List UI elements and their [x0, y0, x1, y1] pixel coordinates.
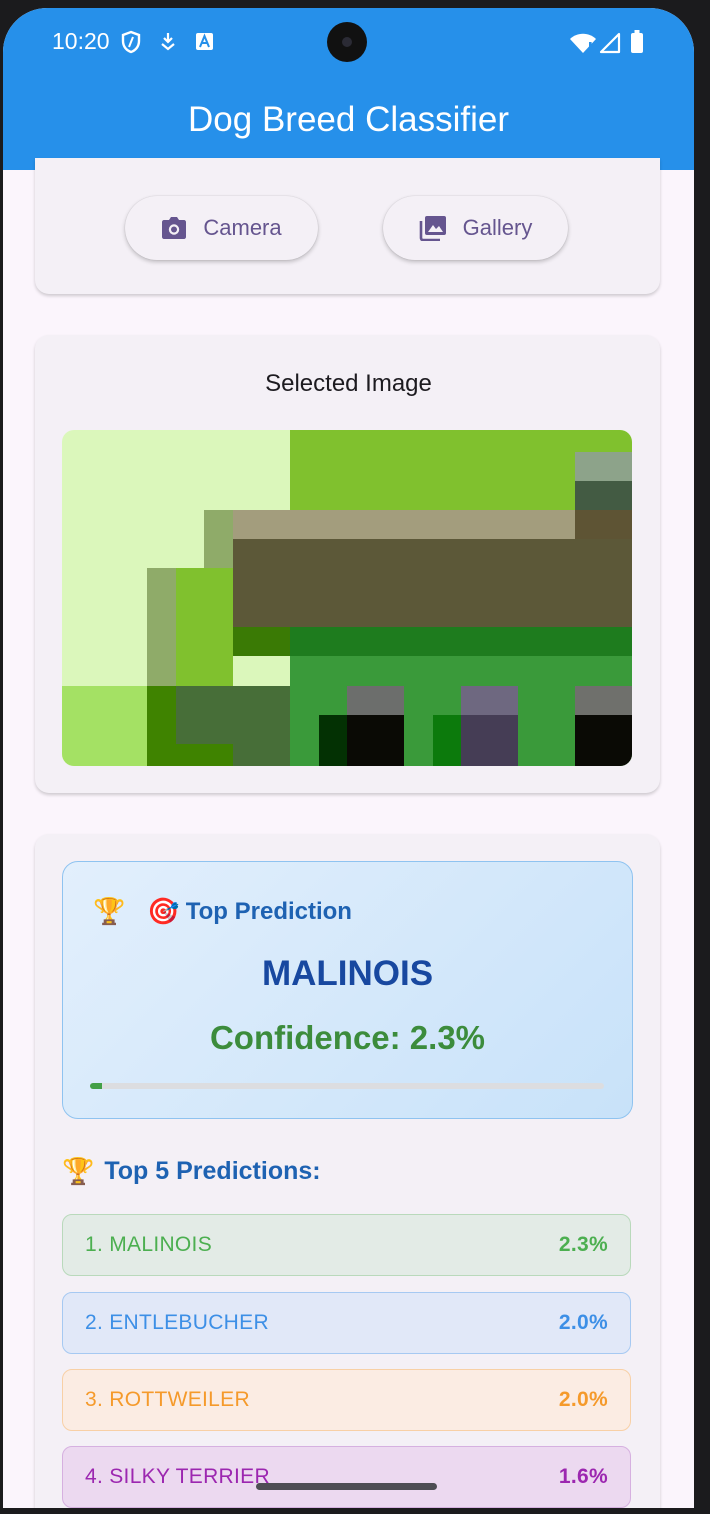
front-camera: [327, 22, 367, 62]
confidence-progress-bar: [90, 1083, 604, 1089]
app-title: Dog Breed Classifier: [188, 100, 509, 139]
prediction-value: 2.0%: [558, 1388, 608, 1411]
camera-button[interactable]: Camera: [125, 196, 318, 260]
top5-heading: 🏆 Top 5 Predictions:: [62, 1156, 321, 1187]
gesture-home-bar[interactable]: [256, 1483, 437, 1490]
camera-button-label: Camera: [203, 215, 282, 240]
prediction-value: 2.0%: [558, 1311, 608, 1334]
dog-image-pixelated: [62, 430, 632, 766]
camera-icon: [162, 217, 187, 239]
target-icon: 🎯: [147, 896, 180, 926]
top-prediction-box: 🏆 🎯 Top Prediction MALINOIS Confidence: …: [62, 861, 633, 1119]
download-icon: [161, 33, 175, 51]
gallery-button[interactable]: Gallery: [383, 196, 568, 260]
wifi-icon: [570, 33, 596, 54]
selected-image: [62, 430, 632, 766]
prediction-row[interactable]: 2. ENTLEBUCHER 2.0%: [62, 1292, 631, 1354]
battery-icon: [631, 30, 643, 53]
prediction-label: 4. SILKY TERRIER: [85, 1465, 270, 1488]
prediction-row[interactable]: 1. MALINOIS 2.3%: [62, 1214, 631, 1276]
phone-screen: 10:20 Dog Breed Classifier Camera Galler…: [3, 8, 694, 1508]
app-bar: 10:20 Dog Breed Classifier: [3, 8, 694, 170]
top-confidence-text: Confidence: 2.3%: [209, 1019, 486, 1056]
prediction-row[interactable]: 4. SILKY TERRIER 1.6%: [62, 1446, 631, 1508]
status-time: 10:20: [52, 28, 110, 54]
top-prediction-label: Top Prediction: [185, 897, 352, 925]
trophy-icon: 🏆: [93, 896, 126, 926]
gallery-button-label: Gallery: [462, 215, 533, 240]
shield-icon: [121, 30, 141, 54]
prediction-value: 2.3%: [558, 1233, 608, 1256]
top5-title: Top 5 Predictions:: [104, 1157, 321, 1185]
prediction-row[interactable]: 3. ROTTWEILER 2.0%: [62, 1369, 631, 1431]
confidence-progress-fill: [90, 1083, 102, 1089]
prediction-label: 1. MALINOIS: [85, 1233, 213, 1256]
selected-image-title: Selected Image: [265, 370, 432, 397]
a-badge-icon: [196, 33, 213, 50]
prediction-label: 3. ROTTWEILER: [85, 1388, 250, 1411]
gallery-icon: [419, 216, 446, 241]
prediction-value: 1.6%: [558, 1465, 608, 1488]
top-breed-name: MALINOIS: [261, 954, 434, 993]
prediction-label: 2. ENTLEBUCHER: [85, 1311, 269, 1334]
top-prediction-heading: 🏆 🎯 Top Prediction: [93, 896, 352, 927]
signal-icon: [599, 32, 621, 54]
trophy-icon: 🏆: [62, 1156, 95, 1186]
